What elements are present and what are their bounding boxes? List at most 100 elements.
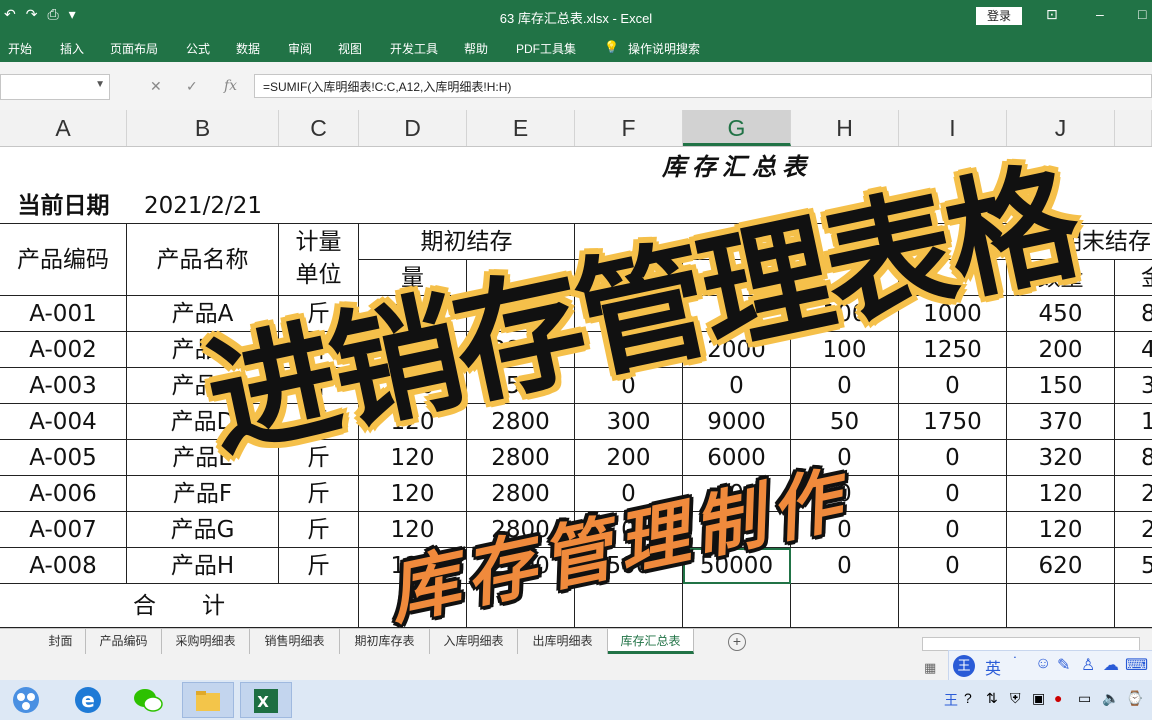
ime-tray-icon[interactable]: 王 — [944, 690, 958, 710]
column-header-b[interactable]: B — [127, 110, 279, 146]
cell-unit[interactable]: 斤 — [279, 332, 359, 368]
cell-i[interactable]: 0 — [899, 440, 1007, 476]
tab-pdf-tools[interactable]: PDF工具集 — [516, 40, 576, 57]
date-label[interactable]: 当前日期 — [0, 188, 127, 224]
maximize-icon[interactable]: □ — [1138, 6, 1146, 22]
emoji-icon[interactable]: ☺ — [1035, 655, 1051, 673]
cell-d[interactable]: 120 — [359, 368, 467, 404]
cell-g[interactable]: 0 — [683, 296, 791, 332]
cell-j[interactable]: 320 — [1007, 440, 1115, 476]
cell-code[interactable]: A-007 — [0, 512, 127, 548]
cell-g[interactable]: 6000 — [683, 440, 791, 476]
sheet-tab-opening-stock[interactable]: 期初库存表 — [340, 629, 430, 654]
security-icon[interactable]: ● — [1054, 690, 1062, 706]
cell-name[interactable]: 产品B — [127, 332, 279, 368]
total-g[interactable] — [683, 584, 791, 628]
cell-unit[interactable]: 斤 — [279, 476, 359, 512]
cell-e[interactable]: 2800 — [467, 512, 575, 548]
cell-j[interactable]: 200 — [1007, 332, 1115, 368]
cell-k[interactable]: 8 — [1115, 296, 1152, 332]
tab-view[interactable]: 视图 — [338, 40, 362, 57]
formula-input[interactable]: =SUMIF(入库明细表!C:C,A12,入库明细表!H:H) — [254, 74, 1152, 98]
header-middle-group[interactable] — [575, 224, 1007, 260]
cell-i[interactable]: 1250 — [899, 332, 1007, 368]
total-d[interactable] — [359, 584, 467, 628]
excel-icon[interactable]: X — [240, 682, 292, 718]
header-unit[interactable]: 计量 单位 — [279, 224, 359, 296]
cell-unit[interactable]: 斤 — [279, 512, 359, 548]
header-product-code[interactable]: 产品编码 — [0, 224, 127, 296]
date-value[interactable]: 2021/2/21 — [127, 188, 279, 224]
cell-g[interactable]: 2000 — [683, 332, 791, 368]
cell-g[interactable]: 0 — [683, 368, 791, 404]
cell-e[interactable]: 2800 — [467, 404, 575, 440]
total-f[interactable] — [575, 584, 683, 628]
cell-h[interactable]: 100 — [791, 296, 899, 332]
cancel-icon[interactable]: ✕ — [150, 78, 162, 95]
app-tray-icon[interactable]: ▣ — [1032, 690, 1045, 707]
total-h[interactable] — [791, 584, 899, 628]
cell-j[interactable]: 450 — [1007, 296, 1115, 332]
sheet-tab-cover[interactable]: 封面 — [36, 629, 86, 654]
network-icon[interactable]: ⇅ — [986, 690, 998, 707]
ime-mode[interactable]: 英 — [985, 655, 1001, 679]
cell-h[interactable]: 0 — [791, 548, 899, 584]
cell-name[interactable]: 产品A — [127, 296, 279, 332]
column-header-k[interactable] — [1115, 110, 1152, 146]
minimize-icon[interactable]: – — [1096, 6, 1104, 22]
cell-k[interactable]: 52 — [1115, 548, 1152, 584]
cell-d[interactable]: 120 — [359, 476, 467, 512]
start-app-icon[interactable] — [0, 682, 52, 718]
display-icon[interactable]: ▭ — [1078, 690, 1091, 707]
cell-d[interactable]: 120 — [359, 512, 467, 548]
cell-i[interactable]: 0 — [899, 368, 1007, 404]
cell-h[interactable]: 0 — [791, 440, 899, 476]
header-opening-amount[interactable] — [467, 260, 575, 296]
header-ending-stock[interactable]: 期末结存 — [1007, 224, 1152, 260]
header-product-name[interactable]: 产品名称 — [127, 224, 279, 296]
cell-code[interactable]: A-006 — [0, 476, 127, 512]
cell-f[interactable]: 0 — [575, 332, 683, 368]
cell-j[interactable]: 370 — [1007, 404, 1115, 440]
shield-icon[interactable]: ⛨ — [1010, 690, 1021, 707]
cell-name[interactable]: 产品G — [127, 512, 279, 548]
cell-i[interactable]: 0 — [899, 512, 1007, 548]
cell-e[interactable]: 3500 — [467, 368, 575, 404]
enter-icon[interactable]: ✓ — [186, 78, 198, 95]
cell-j[interactable]: 620 — [1007, 548, 1115, 584]
horizontal-scrollbar[interactable] — [922, 637, 1140, 651]
sheet-tab-purchases[interactable]: 采购明细表 — [162, 629, 250, 654]
pen-icon[interactable]: ✎ — [1057, 655, 1070, 675]
cell-name[interactable]: 产品H — [127, 548, 279, 584]
header-ending-amount[interactable]: 金 — [1115, 260, 1152, 296]
cell-j[interactable]: 120 — [1007, 512, 1115, 548]
volume-icon[interactable]: 🔈 — [1102, 690, 1119, 707]
cell-code[interactable]: A-001 — [0, 296, 127, 332]
insert-function-icon[interactable]: fx — [224, 78, 237, 94]
header-opening-stock[interactable]: 期初结存 — [359, 224, 575, 260]
cell-code[interactable]: A-002 — [0, 332, 127, 368]
cell-i[interactable]: 0 — [899, 476, 1007, 512]
cell-code[interactable]: A-008 — [0, 548, 127, 584]
add-sheet-button[interactable]: + — [728, 633, 746, 651]
header-g-sub[interactable] — [683, 260, 791, 296]
login-button[interactable]: 登录 — [976, 7, 1022, 25]
tab-developer[interactable]: 开发工具 — [390, 40, 438, 57]
cell-i[interactable]: 1750 — [899, 404, 1007, 440]
cell-d[interactable]: 120 — [359, 440, 467, 476]
cell-unit[interactable]: 斤 — [279, 296, 359, 332]
user-icon[interactable]: ♙ — [1081, 655, 1095, 675]
cell-i[interactable]: 1000 — [899, 296, 1007, 332]
header-h-sub[interactable] — [791, 260, 899, 296]
tab-home[interactable]: 开始 — [8, 40, 32, 57]
ime-logo-icon[interactable]: 王 — [953, 655, 975, 677]
column-header-g[interactable]: G — [683, 110, 791, 146]
cell-k[interactable]: 10 — [1115, 404, 1152, 440]
cell-h[interactable]: 50 — [791, 404, 899, 440]
cell-k[interactable]: 3 — [1115, 368, 1152, 404]
cell-code[interactable]: A-003 — [0, 368, 127, 404]
cell-k[interactable]: 2 — [1115, 476, 1152, 512]
total-j[interactable] — [1007, 584, 1115, 628]
cell-h[interactable]: 100 — [791, 332, 899, 368]
punctuation-icon[interactable]: ˙ — [1013, 655, 1018, 673]
